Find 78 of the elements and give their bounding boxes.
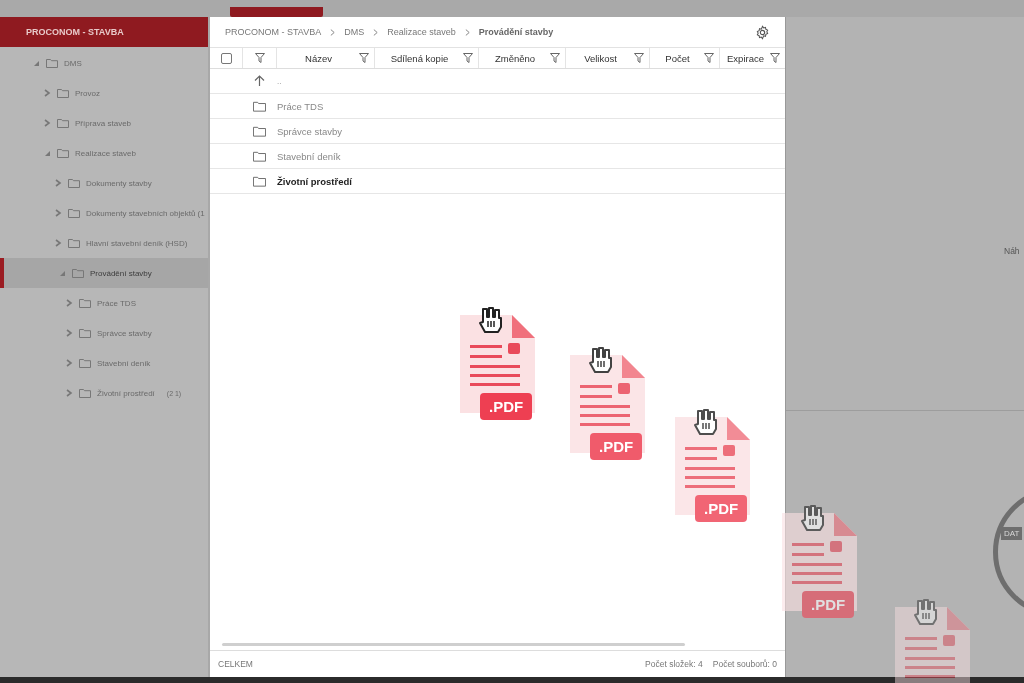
tree-item[interactable]: Práce TDS [0, 288, 208, 318]
arrow-up-icon[interactable] [253, 75, 266, 87]
folder-icon [253, 150, 266, 162]
folder-icon [72, 268, 84, 278]
folder-icon [57, 118, 69, 128]
file-type-badge: .PDF [802, 591, 855, 618]
parent-folder-link[interactable]: .. [277, 76, 282, 86]
chevron-icon [464, 28, 470, 36]
folder-icon [68, 238, 80, 248]
folder-icon [57, 148, 69, 158]
caret-right-icon[interactable] [43, 119, 51, 127]
tree-item[interactable]: Provádění stavby [0, 258, 208, 288]
select-all-checkbox[interactable] [220, 52, 232, 64]
horizontal-scrollbar[interactable] [222, 643, 685, 646]
caret-right-icon[interactable] [65, 359, 73, 367]
filter-icon[interactable] [254, 53, 265, 63]
filter-icon[interactable] [704, 53, 714, 63]
tree-item[interactable]: Správce stavby [0, 318, 208, 348]
caret-right-icon[interactable] [54, 179, 62, 187]
project-title: PROCONOM - STAVBA [0, 17, 208, 47]
folder-name[interactable]: Práce TDS [277, 100, 324, 112]
footer-label: CELKEM [218, 659, 253, 669]
folder-icon [253, 125, 266, 137]
breadcrumb-link[interactable]: DMS [344, 27, 365, 37]
filter-icon[interactable] [550, 53, 560, 63]
folder-icon [79, 358, 91, 368]
filter-icon[interactable] [634, 53, 644, 63]
tree-item[interactable]: Hlavní stavební deník (HSD) [0, 228, 208, 258]
caret-right-icon[interactable] [65, 329, 73, 337]
folder-icon [57, 88, 69, 98]
column-header[interactable]: Expirace [727, 52, 764, 64]
tree-item[interactable]: Realizace staveb [0, 138, 208, 168]
folder-icon [79, 298, 91, 308]
caret-right-icon[interactable] [54, 209, 62, 217]
tree-item[interactable]: Stavební deník [0, 348, 208, 378]
breadcrumb-link[interactable]: Realizace staveb [387, 27, 456, 37]
column-header[interactable]: Sdílená kopie [390, 52, 449, 64]
folder-name[interactable]: Stavební deník [277, 150, 341, 162]
chevron-icon [330, 28, 336, 36]
chevron-icon [373, 28, 379, 36]
folder-name[interactable]: Správce stavby [277, 125, 342, 137]
folder-icon [253, 175, 266, 187]
column-header[interactable]: Název [305, 52, 332, 64]
folder-icon [46, 58, 58, 68]
tree-item[interactable]: Dokumenty stavby [0, 168, 208, 198]
breadcrumb-link[interactable]: Provádění stavby [478, 27, 554, 37]
file-type-badge: .PDF [695, 495, 748, 522]
breadcrumb-link[interactable]: PROCONOM - STAVBA [225, 27, 322, 37]
file-type-badge: .PDF [480, 393, 533, 420]
caret-down-icon[interactable] [32, 59, 40, 67]
folder-count: Počet složek: 4 [645, 659, 703, 669]
settings-icon[interactable] [755, 24, 770, 40]
folder-icon [79, 388, 91, 398]
folder-icon [68, 208, 80, 218]
side-text: Náh [1004, 246, 1020, 256]
tree-item[interactable]: Příprava staveb [0, 108, 208, 138]
caret-down-icon[interactable] [58, 269, 66, 277]
folder-icon [79, 328, 91, 338]
caret-right-icon[interactable] [65, 389, 73, 397]
tree-item[interactable]: DMS [0, 48, 208, 78]
file-count: Počet souborů: 0 [712, 659, 777, 669]
caret-down-icon[interactable] [43, 149, 51, 157]
column-header[interactable]: Počet [665, 52, 690, 64]
filter-icon[interactable] [359, 53, 369, 63]
folder-name[interactable]: Životní prostředí [277, 175, 352, 187]
caret-right-icon[interactable] [54, 239, 62, 247]
filter-icon[interactable] [770, 53, 780, 63]
tree-item[interactable]: Provoz [0, 78, 208, 108]
tree-item[interactable]: Dokumenty stavebních objektů (1 [0, 198, 208, 228]
folder-icon [68, 178, 80, 188]
column-header[interactable]: Změněno [494, 52, 536, 64]
folder-icon [253, 100, 266, 112]
caret-right-icon[interactable] [65, 299, 73, 307]
caret-right-icon[interactable] [43, 89, 51, 97]
file-type-badge: .PDF [590, 433, 643, 460]
filter-icon[interactable] [463, 53, 473, 63]
data-label: DAT [1001, 527, 1023, 540]
column-header[interactable]: Velikost [584, 52, 617, 64]
